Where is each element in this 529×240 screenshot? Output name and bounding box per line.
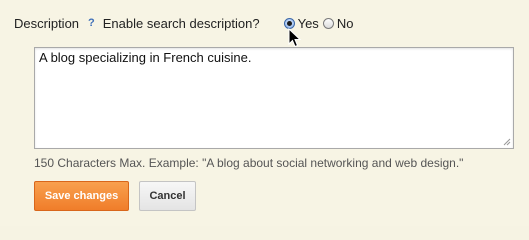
- enable-search-description-question: Enable search description?: [102, 15, 260, 31]
- description-row: Description ? Enable search description?…: [14, 14, 353, 32]
- description-label: Description: [14, 15, 80, 31]
- arrow-pointer-icon: [288, 28, 302, 48]
- help-icon[interactable]: ?: [88, 17, 95, 29]
- search-description-textarea[interactable]: A blog specializing in French cuisine.: [34, 47, 514, 149]
- resize-grip-icon[interactable]: [503, 138, 511, 146]
- search-description-text[interactable]: A blog specializing in French cuisine.: [39, 50, 251, 65]
- radio-selected-dot: [286, 20, 292, 26]
- radio-yes-button[interactable]: [283, 17, 295, 29]
- save-changes-button[interactable]: Save changes: [34, 181, 129, 211]
- radio-no[interactable]: No: [322, 16, 354, 31]
- character-limit-hint: 150 Characters Max. Example: "A blog abo…: [34, 156, 464, 170]
- radio-no-button[interactable]: [322, 17, 334, 29]
- radio-no-label[interactable]: No: [337, 16, 354, 31]
- cancel-button[interactable]: Cancel: [139, 181, 196, 211]
- search-description-panel: Description ? Enable search description?…: [0, 0, 529, 226]
